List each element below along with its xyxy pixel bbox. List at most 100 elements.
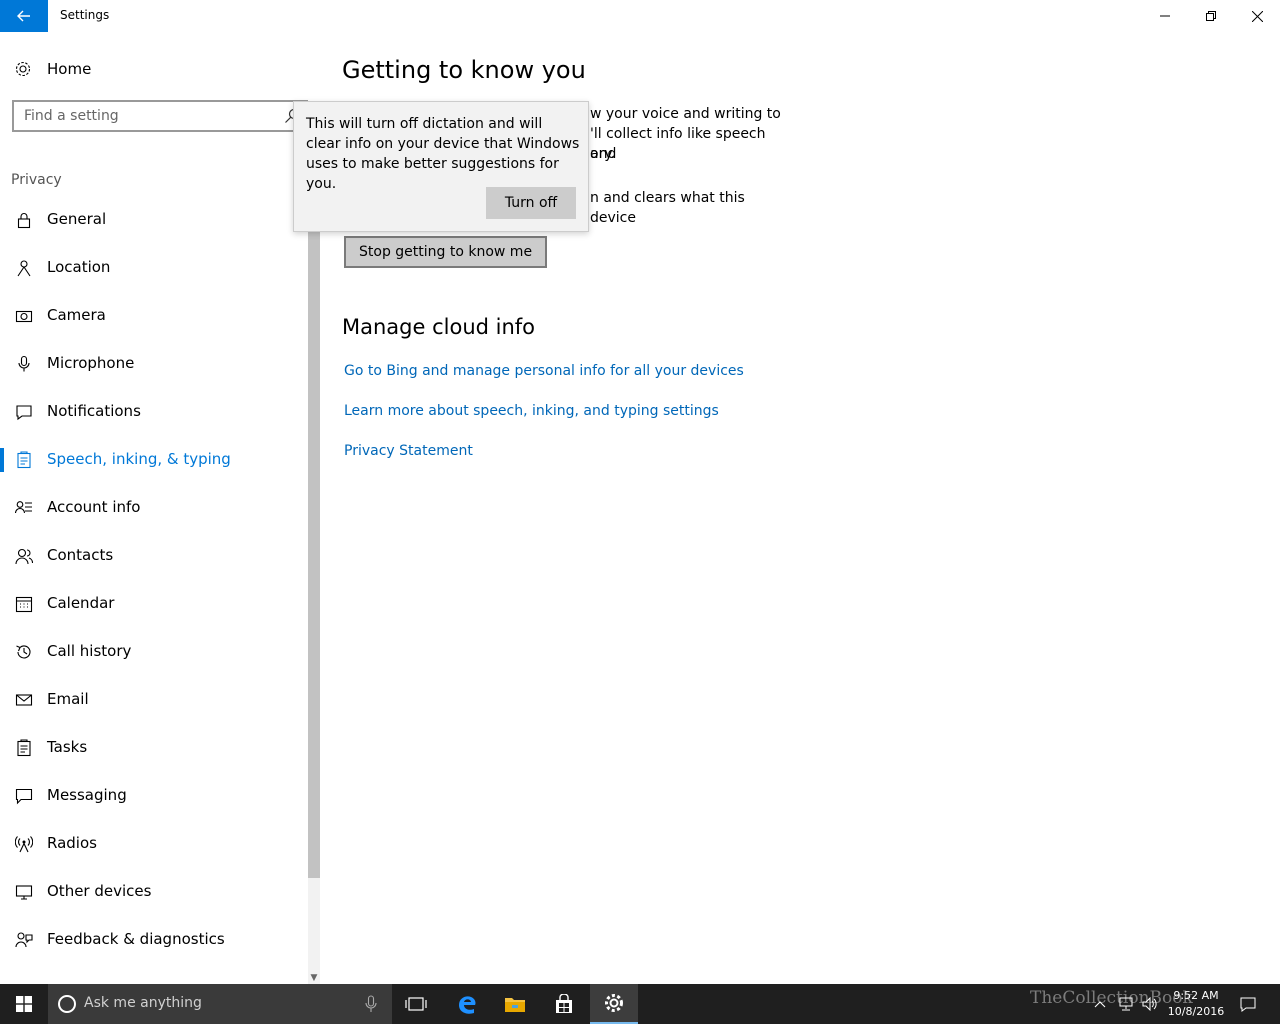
- learn-more-link[interactable]: Learn more about speech, inking, and typ…: [344, 403, 719, 419]
- clock-time: 9:52 AM: [1173, 989, 1219, 1002]
- microphone-icon: [18, 355, 30, 372]
- start-button[interactable]: [0, 984, 48, 1024]
- restore-icon: [1206, 11, 1216, 21]
- action-center-button[interactable]: [1240, 984, 1256, 1024]
- notifications-icon: [16, 405, 32, 421]
- sidebar-item-account-info[interactable]: Account info: [0, 488, 304, 528]
- sidebar-item-label: Contacts: [47, 546, 114, 564]
- cortana-search-box[interactable]: Ask me anything: [48, 984, 392, 1024]
- sidebar-item-calendar[interactable]: Calendar: [0, 584, 304, 624]
- turn-off-button[interactable]: Turn off: [486, 187, 576, 219]
- contacts-icon: [15, 548, 33, 565]
- sidebar-item-microphone[interactable]: Microphone: [0, 344, 304, 384]
- sidebar-item-label: Camera: [47, 306, 106, 324]
- minimize-icon: [1160, 15, 1170, 17]
- gear-icon: [605, 994, 623, 1012]
- speech-icon: [17, 451, 31, 469]
- back-button[interactable]: [0, 0, 48, 32]
- system-clock[interactable]: 9:52 AM 10/8/2016: [1158, 988, 1234, 1020]
- taskbar: Ask me anything TheCollectionBook 9:52 A…: [0, 984, 1280, 1024]
- search-box[interactable]: [12, 100, 308, 132]
- sidebar-item-location[interactable]: Location: [0, 248, 304, 288]
- settings-taskbar-button[interactable]: [590, 984, 638, 1024]
- scroll-down-arrow-icon[interactable]: ▼: [308, 972, 320, 984]
- task-view-icon: [405, 997, 427, 1011]
- sidebar-item-tasks[interactable]: Tasks: [0, 728, 304, 768]
- sidebar-item-other-devices[interactable]: Other devices: [0, 872, 304, 912]
- tasks-icon: [17, 739, 31, 757]
- description-fragment: w your voice and writing to: [590, 106, 781, 122]
- home-label: Home: [47, 60, 92, 78]
- sidebar-item-feedback-diagnostics[interactable]: Feedback & diagnostics: [0, 920, 304, 960]
- gear-icon: [15, 61, 31, 77]
- sidebar-item-camera[interactable]: Camera: [0, 296, 304, 336]
- sidebar-item-general[interactable]: General: [0, 200, 304, 240]
- search-input[interactable]: [14, 102, 274, 130]
- edge-button[interactable]: [443, 984, 491, 1024]
- other-devices-icon: [15, 885, 33, 900]
- sidebar-item-speech-inking-typing[interactable]: Speech, inking, & typing: [0, 440, 304, 480]
- bing-manage-info-link[interactable]: Go to Bing and manage personal info for …: [344, 363, 744, 379]
- account-info-icon: [15, 501, 32, 514]
- sidebar-item-label: General: [47, 210, 107, 228]
- section-label-privacy: Privacy: [11, 172, 62, 188]
- privacy-statement-link[interactable]: Privacy Statement: [344, 443, 473, 459]
- history-icon: [16, 645, 31, 659]
- volume-button[interactable]: [1142, 984, 1158, 1024]
- microphone-icon[interactable]: [364, 995, 378, 1013]
- turn-off-flyout: This will turn off dictation and will cl…: [293, 101, 589, 232]
- sidebar-item-call-history[interactable]: Call history: [0, 632, 304, 672]
- sidebar-item-contacts[interactable]: Contacts: [0, 536, 304, 576]
- window-title: Settings: [60, 8, 110, 22]
- calendar-icon: [15, 596, 33, 613]
- file-explorer-button[interactable]: [491, 984, 539, 1024]
- network-icon: [1119, 997, 1133, 1011]
- stop-getting-to-know-me-button[interactable]: Stop getting to know me: [344, 236, 548, 268]
- sidebar-item-messaging[interactable]: Messaging: [0, 776, 304, 816]
- sidebar-item-label: Other devices: [47, 882, 152, 900]
- store-button[interactable]: [540, 984, 588, 1024]
- description-fragment: ory.: [590, 146, 616, 162]
- cortana-placeholder: Ask me anything: [84, 995, 202, 1011]
- network-button[interactable]: [1118, 984, 1134, 1024]
- close-button[interactable]: [1234, 0, 1280, 32]
- sidebar-item-label: Call history: [47, 642, 132, 660]
- edge-icon: [459, 996, 476, 1014]
- clock-date: 10/8/2016: [1167, 1005, 1225, 1018]
- lock-icon: [17, 213, 31, 229]
- chevron-up-icon: [1094, 1001, 1106, 1008]
- flyout-message: This will turn off dictation and will cl…: [306, 116, 580, 192]
- sidebar-item-label: Radios: [47, 834, 97, 852]
- feedback-icon: [15, 932, 33, 948]
- restore-button[interactable]: [1188, 0, 1234, 32]
- sidebar-item-label: Notifications: [47, 402, 141, 420]
- messaging-icon: [15, 788, 33, 805]
- task-view-button[interactable]: [392, 984, 440, 1024]
- cloud-info-heading: Manage cloud info: [342, 315, 536, 339]
- radios-icon: [15, 836, 33, 853]
- volume-icon: [1142, 997, 1157, 1011]
- location-icon: [17, 260, 31, 277]
- description-fragment: n and clears what this device: [590, 190, 745, 226]
- camera-icon: [15, 310, 33, 323]
- sidebar-item-notifications[interactable]: Notifications: [0, 392, 304, 432]
- close-icon: [1251, 10, 1263, 22]
- sidebar-item-label: Feedback & diagnostics: [47, 930, 225, 948]
- store-icon: [556, 994, 572, 1013]
- title-bar: Settings: [0, 0, 1280, 32]
- sidebar-item-radios[interactable]: Radios: [0, 824, 304, 864]
- sidebar-item-label: Calendar: [47, 594, 115, 612]
- email-icon: [15, 694, 33, 706]
- sidebar-item-email[interactable]: Email: [0, 680, 304, 720]
- show-hidden-icons-button[interactable]: [1094, 984, 1106, 1024]
- page-title: Getting to know you: [342, 56, 586, 84]
- sidebar-item-label: Email: [47, 690, 89, 708]
- action-center-icon: [1240, 997, 1256, 1012]
- sidebar-item-label: Messaging: [47, 786, 127, 804]
- sidebar-item-label: Speech, inking, & typing: [47, 450, 231, 468]
- home-nav-item[interactable]: Home: [0, 52, 300, 84]
- sidebar-item-label: Location: [47, 258, 111, 276]
- sidebar-item-label: Microphone: [47, 354, 135, 372]
- minimize-button[interactable]: [1142, 0, 1188, 32]
- cortana-icon: [58, 995, 76, 1013]
